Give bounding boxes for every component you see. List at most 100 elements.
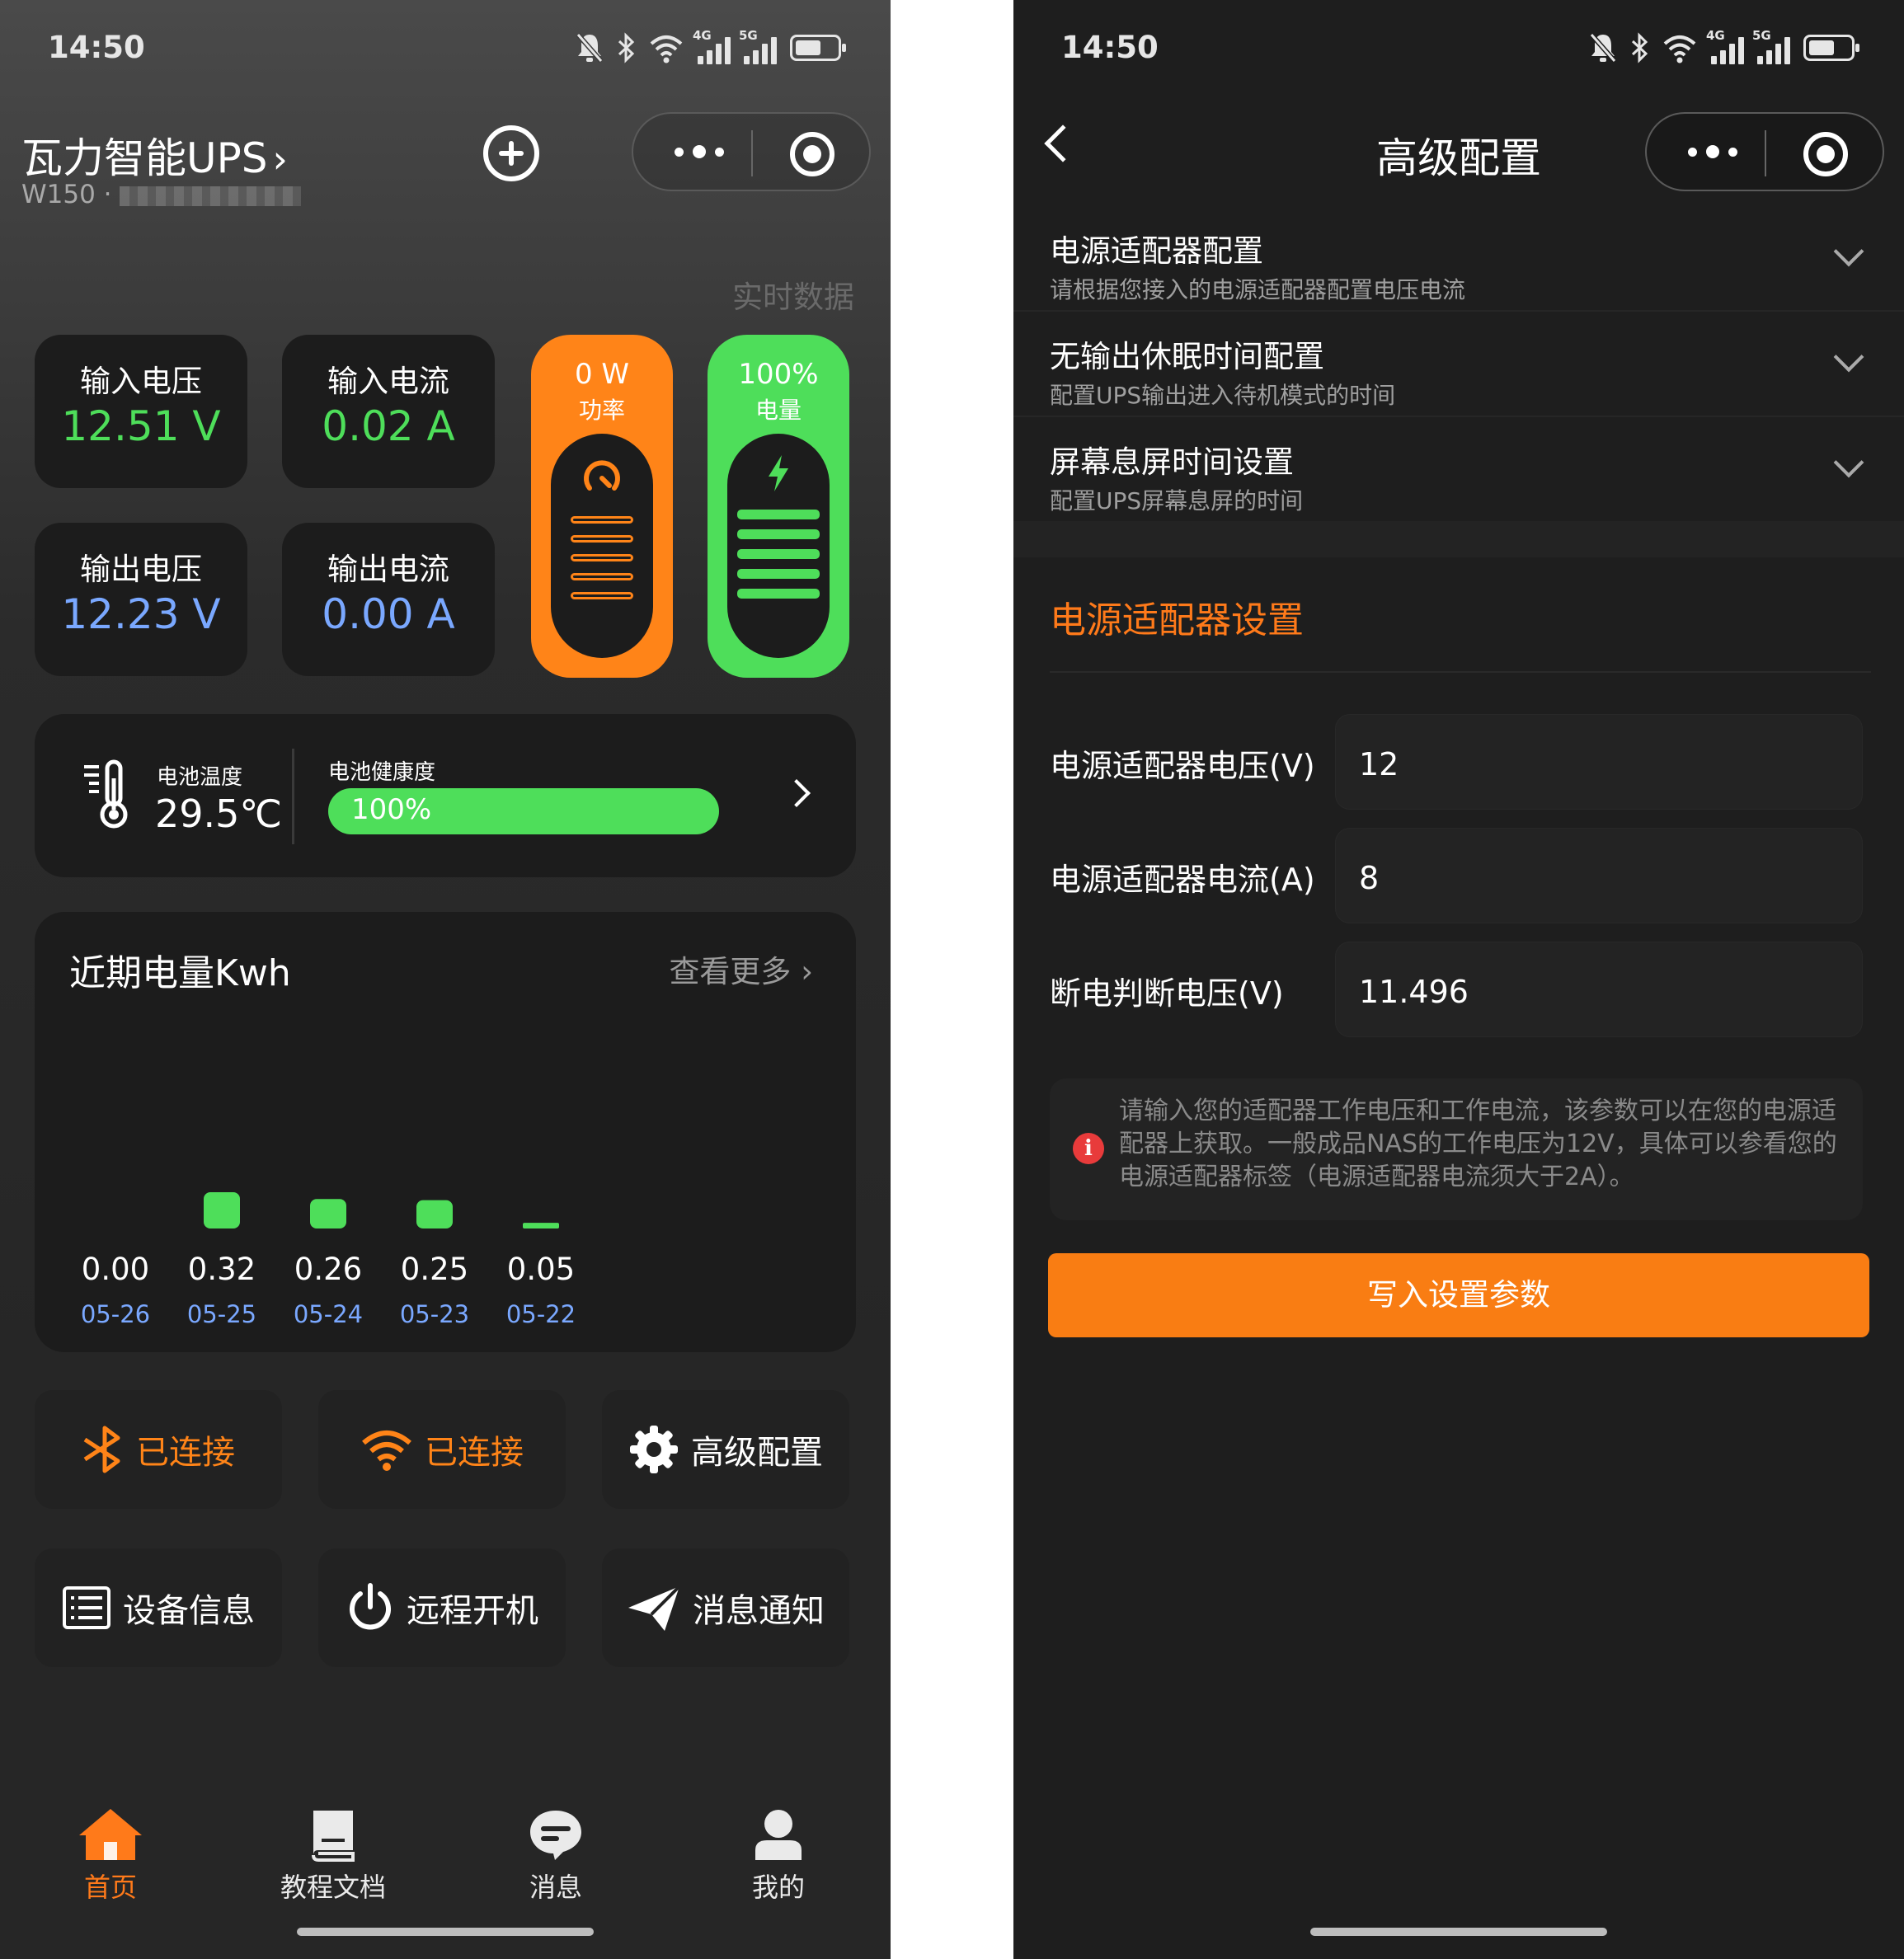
adapter-current-input[interactable]: 8 [1335,828,1863,923]
paper-plane-icon [628,1585,681,1631]
tile-output-voltage: 输出电压 12.23 V [35,523,247,676]
close-target-button[interactable] [1803,132,1848,176]
accordion-screen-off-config[interactable]: 屏幕息屏时间设置 配置UPS屏幕息屏的时间 [1013,417,1904,523]
category-label: 05-22 [506,1300,576,1328]
advanced-config-screen: 14:50 4G 5G 高级配置 电源适配器配置 请根据您接入的电源适配器配置电… [1013,0,1904,1959]
divider [1050,671,1871,673]
tab-messages[interactable]: 消息 [490,1807,622,1905]
chevron-right-icon: › [272,137,288,181]
battery-card[interactable]: 电池温度 29.5℃ 电池健康度 100% [35,714,856,877]
cutoff-voltage-input[interactable]: 11.496 [1335,942,1863,1037]
device-info-button[interactable]: 设备信息 [35,1548,282,1667]
home-indicator[interactable] [1310,1928,1607,1936]
remote-power-button[interactable]: 远程开机 [318,1548,566,1667]
chat-icon [530,1811,581,1860]
book-icon [312,1811,355,1862]
accordion-adapter-config[interactable]: 电源适配器配置 请根据您接入的电源适配器配置电压电流 [1013,206,1904,312]
bar-value-label: 0.32 [188,1252,256,1287]
battery-health-bar: 100% [328,788,719,834]
signal-4g-icon: 4G [1706,28,1744,64]
wifi-icon [650,35,683,63]
bar-05-22 [523,1223,559,1228]
more-menu-button[interactable] [1680,130,1746,173]
message-notify-button[interactable]: 消息通知 [602,1548,849,1667]
divider [292,749,294,844]
wifi-status-button[interactable]: 已连接 [318,1390,566,1509]
accordion-sleep-config[interactable]: 无输出休眠时间配置 配置UPS输出进入待机模式的时间 [1013,312,1904,417]
bar-05-23 [416,1200,453,1228]
tile-input-current: 输入电流 0.02 A [282,335,495,488]
signal-5g-icon: 5G [739,28,777,64]
tile-output-current: 输出电流 0.00 A [282,523,495,676]
realtime-label: 实时数据 [732,280,854,315]
battery-health-label: 电池健康度 [328,760,436,785]
category-label: 05-23 [400,1300,469,1328]
signal-4g-icon: 4G [693,28,731,64]
bluetooth-icon [83,1426,120,1473]
chevron-down-icon [1833,341,1864,373]
close-target-button[interactable] [790,132,834,176]
bar-value-label: 0.26 [294,1252,362,1287]
redacted-serial [120,186,302,206]
thermometer-icon [84,759,128,829]
tab-tutorials[interactable]: 教程文档 [267,1807,399,1905]
more-menu-button[interactable] [666,130,732,173]
battery-health-value: 100% [351,793,432,826]
power-level-lines [571,516,633,611]
tab-home[interactable]: 首页 [45,1807,176,1905]
adapter-settings-panel: 电源适配器设置 电源适配器电压(V) 12 电源适配器电流(A) 8 断电判断电… [1013,557,1904,1407]
wifi-icon [362,1430,411,1471]
mute-bell-icon [1589,33,1617,63]
chevron-down-icon [1833,447,1864,478]
bar-value-label: 0.25 [401,1252,468,1287]
info-icon: i [1073,1133,1104,1164]
lightning-icon [769,455,788,491]
list-doc-icon [63,1586,110,1629]
section-gap [1013,521,1904,557]
status-time: 14:50 [48,30,145,65]
bar-value-label: 0.00 [82,1252,149,1287]
adapter-current-label: 电源适配器电流(A) [1050,862,1315,898]
device-id: W150 · [21,180,302,209]
bar-05-25 [204,1192,240,1228]
gear-icon [630,1426,678,1473]
chevron-down-icon [1833,236,1864,267]
bluetooth-status-button[interactable]: 已连接 [35,1390,282,1509]
info-note: i 请输入您的适配器工作电压和工作电流，该参数可以在您的电源适配器上获取。一般成… [1050,1078,1863,1220]
mini-program-capsule [1645,112,1884,191]
bluetooth-icon [618,32,635,63]
advanced-config-button[interactable]: 高级配置 [602,1390,849,1509]
battery-temp-label: 电池温度 [157,765,243,790]
charge-level-lines [737,510,820,608]
status-time: 14:50 [1061,30,1159,65]
section-title: 电源适配器设置 [1050,599,1304,641]
battery-status-icon [790,35,846,61]
tab-mine[interactable]: 我的 [712,1807,844,1905]
add-device-button[interactable] [483,125,539,181]
write-settings-button[interactable]: 写入设置参数 [1048,1253,1869,1337]
charge-gauge: 100% 电量 [708,335,849,678]
battery-temp-value: 29.5℃ [155,792,283,836]
bar-05-24 [310,1199,346,1228]
chevron-right-icon [783,779,811,807]
user-icon [755,1810,802,1860]
home-indicator[interactable] [297,1928,594,1936]
mini-program-capsule [632,112,871,191]
power-gauge: 0 W 功率 [531,335,673,678]
recent-energy-card: 近期电量Kwh 查看更多 › 0.00 05-26 0.32 05-25 0.26 05-… [35,912,856,1352]
bluetooth-icon [1631,32,1648,63]
battery-status-icon [1803,35,1859,61]
adapter-voltage-label: 电源适配器电压(V) [1050,748,1315,784]
home-icon [79,1809,142,1860]
category-label: 05-25 [187,1300,256,1328]
info-note-text: 请输入您的适配器工作电压和工作电流，该参数可以在您的电源适配器上获取。一般成品N… [1119,1097,1837,1191]
energy-bar-chart: 0.00 05-26 0.32 05-25 0.26 05-24 0.25 05-23 0.05… [81,1192,576,1328]
app-title[interactable]: 瓦力智能UPS › [21,125,288,185]
category-label: 05-26 [81,1300,150,1328]
mute-bell-icon [576,33,604,63]
status-icons: 4G 5G [1589,28,1859,66]
home-screen: 14:50 4G 5G 瓦力智能UPS › W150 · 实时数据 输入电压 12… [0,0,891,1959]
adapter-voltage-input[interactable]: 12 [1335,714,1863,810]
bar-value-label: 0.05 [507,1252,575,1287]
category-label: 05-24 [294,1300,363,1328]
